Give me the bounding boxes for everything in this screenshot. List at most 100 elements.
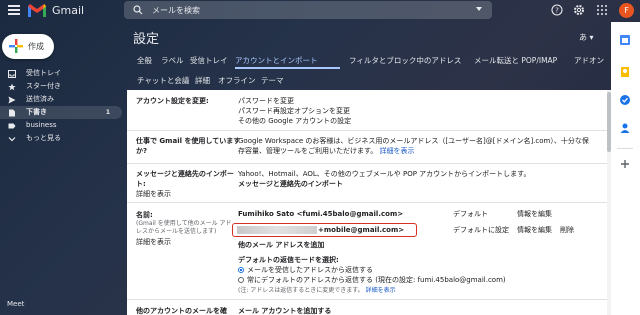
contacts-icon[interactable]: [619, 122, 631, 134]
apps-grid-icon[interactable]: [596, 4, 608, 16]
page-title: 設定: [133, 32, 160, 47]
compose-label: 作成: [28, 42, 44, 51]
tab-filters[interactable]: フィルタとブロック中のアドレス: [349, 55, 461, 66]
tab-addons[interactable]: アドオン: [574, 55, 604, 66]
tab-chat-meet[interactable]: チャットと会議: [137, 75, 189, 86]
search-icon[interactable]: [133, 5, 143, 15]
highlight-box: [232, 223, 417, 237]
import-label: メッセージと連絡先のインポート:: [136, 170, 234, 188]
app-name: Gmail: [52, 4, 85, 17]
section-import: メッセージと連絡先のインポート: 詳細を表示 Yahoo!、Hotmail、AO…: [127, 164, 607, 203]
tab-themes[interactable]: テーマ: [261, 75, 284, 86]
tab-inbox[interactable]: 受信トレイ: [190, 55, 228, 66]
tab-offline[interactable]: オフライン: [218, 75, 256, 86]
sidebar-item-business[interactable]: business: [0, 119, 122, 132]
main-menu-icon[interactable]: [8, 5, 20, 15]
star-icon: [8, 83, 16, 91]
change-password-link[interactable]: パスワードを変更: [238, 96, 294, 106]
tab-row-2: チャットと会議 詳細 オフライン テーマ: [127, 70, 607, 90]
search-input[interactable]: [152, 3, 452, 17]
section-check-mail: 他のアカウントのメールを確 メール アカウントを追加する: [127, 300, 607, 315]
meet-section-title: Meet: [7, 300, 25, 308]
workspace-text-1: Google Workspace のお客様は、ビジネス用のメールアドレス（[ユー…: [238, 137, 589, 145]
change-recovery-link[interactable]: パスワード再設定オプションを変更: [238, 106, 350, 116]
settings-content: アカウント設定を変更: パスワードを変更 パスワード再設定オプションを変更 その…: [127, 90, 607, 315]
reply-mode-label: デフォルトの返信モードを選択:: [238, 256, 339, 264]
add-addon-icon[interactable]: [619, 158, 631, 170]
sidebar-item-starred[interactable]: スター付き: [0, 80, 122, 93]
reply-note-link[interactable]: 詳細を表示: [366, 287, 396, 294]
send-as-address-1: Fumihiko Sato <fumi.45balo@gmail.com>: [238, 210, 404, 218]
top-bar: Gmail ? F: [0, 0, 640, 22]
sidebar-item-label: 受信トレイ: [26, 69, 61, 77]
reply-note: (注: アドレスは返信するときに変更できます。: [238, 287, 364, 294]
gmail-logo-icon[interactable]: [27, 3, 47, 18]
edit-info-link-1[interactable]: 情報を編集: [517, 209, 552, 219]
add-another-address-link[interactable]: 他のメール アドレスを追加: [238, 240, 324, 250]
sidebar-item-label: 送信済み: [26, 95, 54, 103]
workspace-learn-more-link[interactable]: 詳細を表示: [380, 147, 415, 155]
calendar-icon[interactable]: [619, 34, 631, 46]
input-tools-selector[interactable]: あ ▾: [579, 32, 594, 43]
inbox-icon: [8, 70, 16, 78]
draft-icon: [9, 109, 15, 117]
tab-general[interactable]: 全般: [137, 55, 152, 66]
compose-button[interactable]: 作成: [2, 34, 54, 59]
search-bar[interactable]: [124, 1, 492, 19]
tab-row-1: 全般 ラベル 受信トレイ アカウントとインポート フィルタとブロック中のアドレス…: [127, 50, 607, 70]
tab-forwarding-pop[interactable]: メール転送と POP/IMAP: [474, 55, 557, 66]
side-panel-divider: [617, 148, 633, 149]
active-tab-indicator: [235, 67, 340, 69]
search-options-icon[interactable]: [476, 7, 482, 11]
reply-option-same-address[interactable]: メールを受信したアドレスから返信する: [238, 265, 373, 275]
sidebar-item-inbox[interactable]: 受信トレイ: [0, 67, 122, 80]
sidebar-item-label: 下書き: [26, 108, 47, 116]
import-learn-more-link[interactable]: 詳細を表示: [136, 189, 171, 199]
import-description: Yahoo!、Hotmail、AOL、その他のウェブメールや POP アカウント…: [238, 170, 531, 178]
name-hint-1: (Gmail を使用して他のメール アド: [136, 220, 232, 227]
default-status: デフォルト: [453, 210, 488, 218]
svg-text:?: ?: [555, 7, 559, 15]
settings-gear-icon[interactable]: [573, 4, 585, 16]
help-icon[interactable]: ?: [551, 4, 563, 16]
sidebar-item-label: business: [26, 121, 57, 129]
name-learn-more-link[interactable]: 詳細を表示: [136, 237, 171, 247]
radio-label-2: 常にデフォルトのアドレスから返信する (現在の設定: fumi.45balo@g…: [247, 276, 506, 284]
compose-plus-icon: [9, 39, 23, 53]
settings-tabs: 全般 ラベル 受信トレイ アカウントとインポート フィルタとブロック中のアドレス…: [127, 50, 607, 90]
work-label: 仕事で Gmail を使用していますか?: [136, 137, 241, 155]
send-icon: [8, 96, 16, 104]
sidebar-item-sent[interactable]: 送信済み: [0, 93, 122, 106]
section-work: 仕事で Gmail を使用していますか? Google Workspace のお…: [127, 131, 607, 164]
workspace-text-2: 存容量、管理ツールをご利用いただけます。: [238, 147, 378, 155]
reply-option-default-address[interactable]: 常にデフォルトのアドレスから返信する (現在の設定: fumi.45balo@g…: [238, 275, 506, 285]
make-default-link[interactable]: デフォルトに設定: [453, 225, 509, 235]
delete-address-link[interactable]: 削除: [560, 225, 574, 235]
sidebar-item-drafts[interactable]: 下書き 1: [0, 106, 122, 119]
account-avatar[interactable]: F: [619, 3, 634, 18]
chevron-down-icon: [8, 137, 16, 142]
name-label: 名前:: [136, 211, 153, 219]
sidebar-nav: 受信トレイ スター付き 送信済み 下書き 1 business もっと見る: [0, 67, 122, 145]
tab-accounts-import[interactable]: アカウントとインポート: [235, 55, 318, 66]
sidebar-item-more[interactable]: もっと見る: [0, 132, 122, 145]
tab-advanced[interactable]: 詳細: [195, 75, 210, 86]
side-panel: [611, 22, 640, 315]
radio-unselected[interactable]: [238, 277, 244, 283]
section-send-as: 名前: (Gmail を使用して他のメール アド レスからメールを送信します) …: [127, 203, 607, 300]
add-mail-account-link[interactable]: メール アカウントを追加する: [238, 306, 331, 315]
account-settings-label: アカウント設定を変更:: [136, 97, 209, 105]
section-account-settings: アカウント設定を変更: パスワードを変更 パスワード再設定オプションを変更 その…: [127, 90, 607, 131]
radio-label-1: メールを受信したアドレスから返信する: [247, 266, 373, 274]
tab-labels[interactable]: ラベル: [161, 55, 184, 66]
label-icon: [8, 123, 16, 129]
keep-icon[interactable]: [619, 66, 631, 78]
name-hint-2: レスからメールを送信します): [136, 228, 217, 235]
other-google-settings-link[interactable]: その他の Google アカウントの設定: [238, 116, 351, 126]
radio-selected[interactable]: [238, 267, 244, 273]
drafts-count: 1: [105, 109, 110, 116]
edit-info-link-2[interactable]: 情報を編集: [517, 225, 552, 235]
import-mail-contacts-link[interactable]: メッセージと連絡先のインポート: [238, 179, 343, 189]
tasks-icon[interactable]: [619, 94, 631, 106]
sidebar-item-label: もっと見る: [26, 134, 61, 142]
